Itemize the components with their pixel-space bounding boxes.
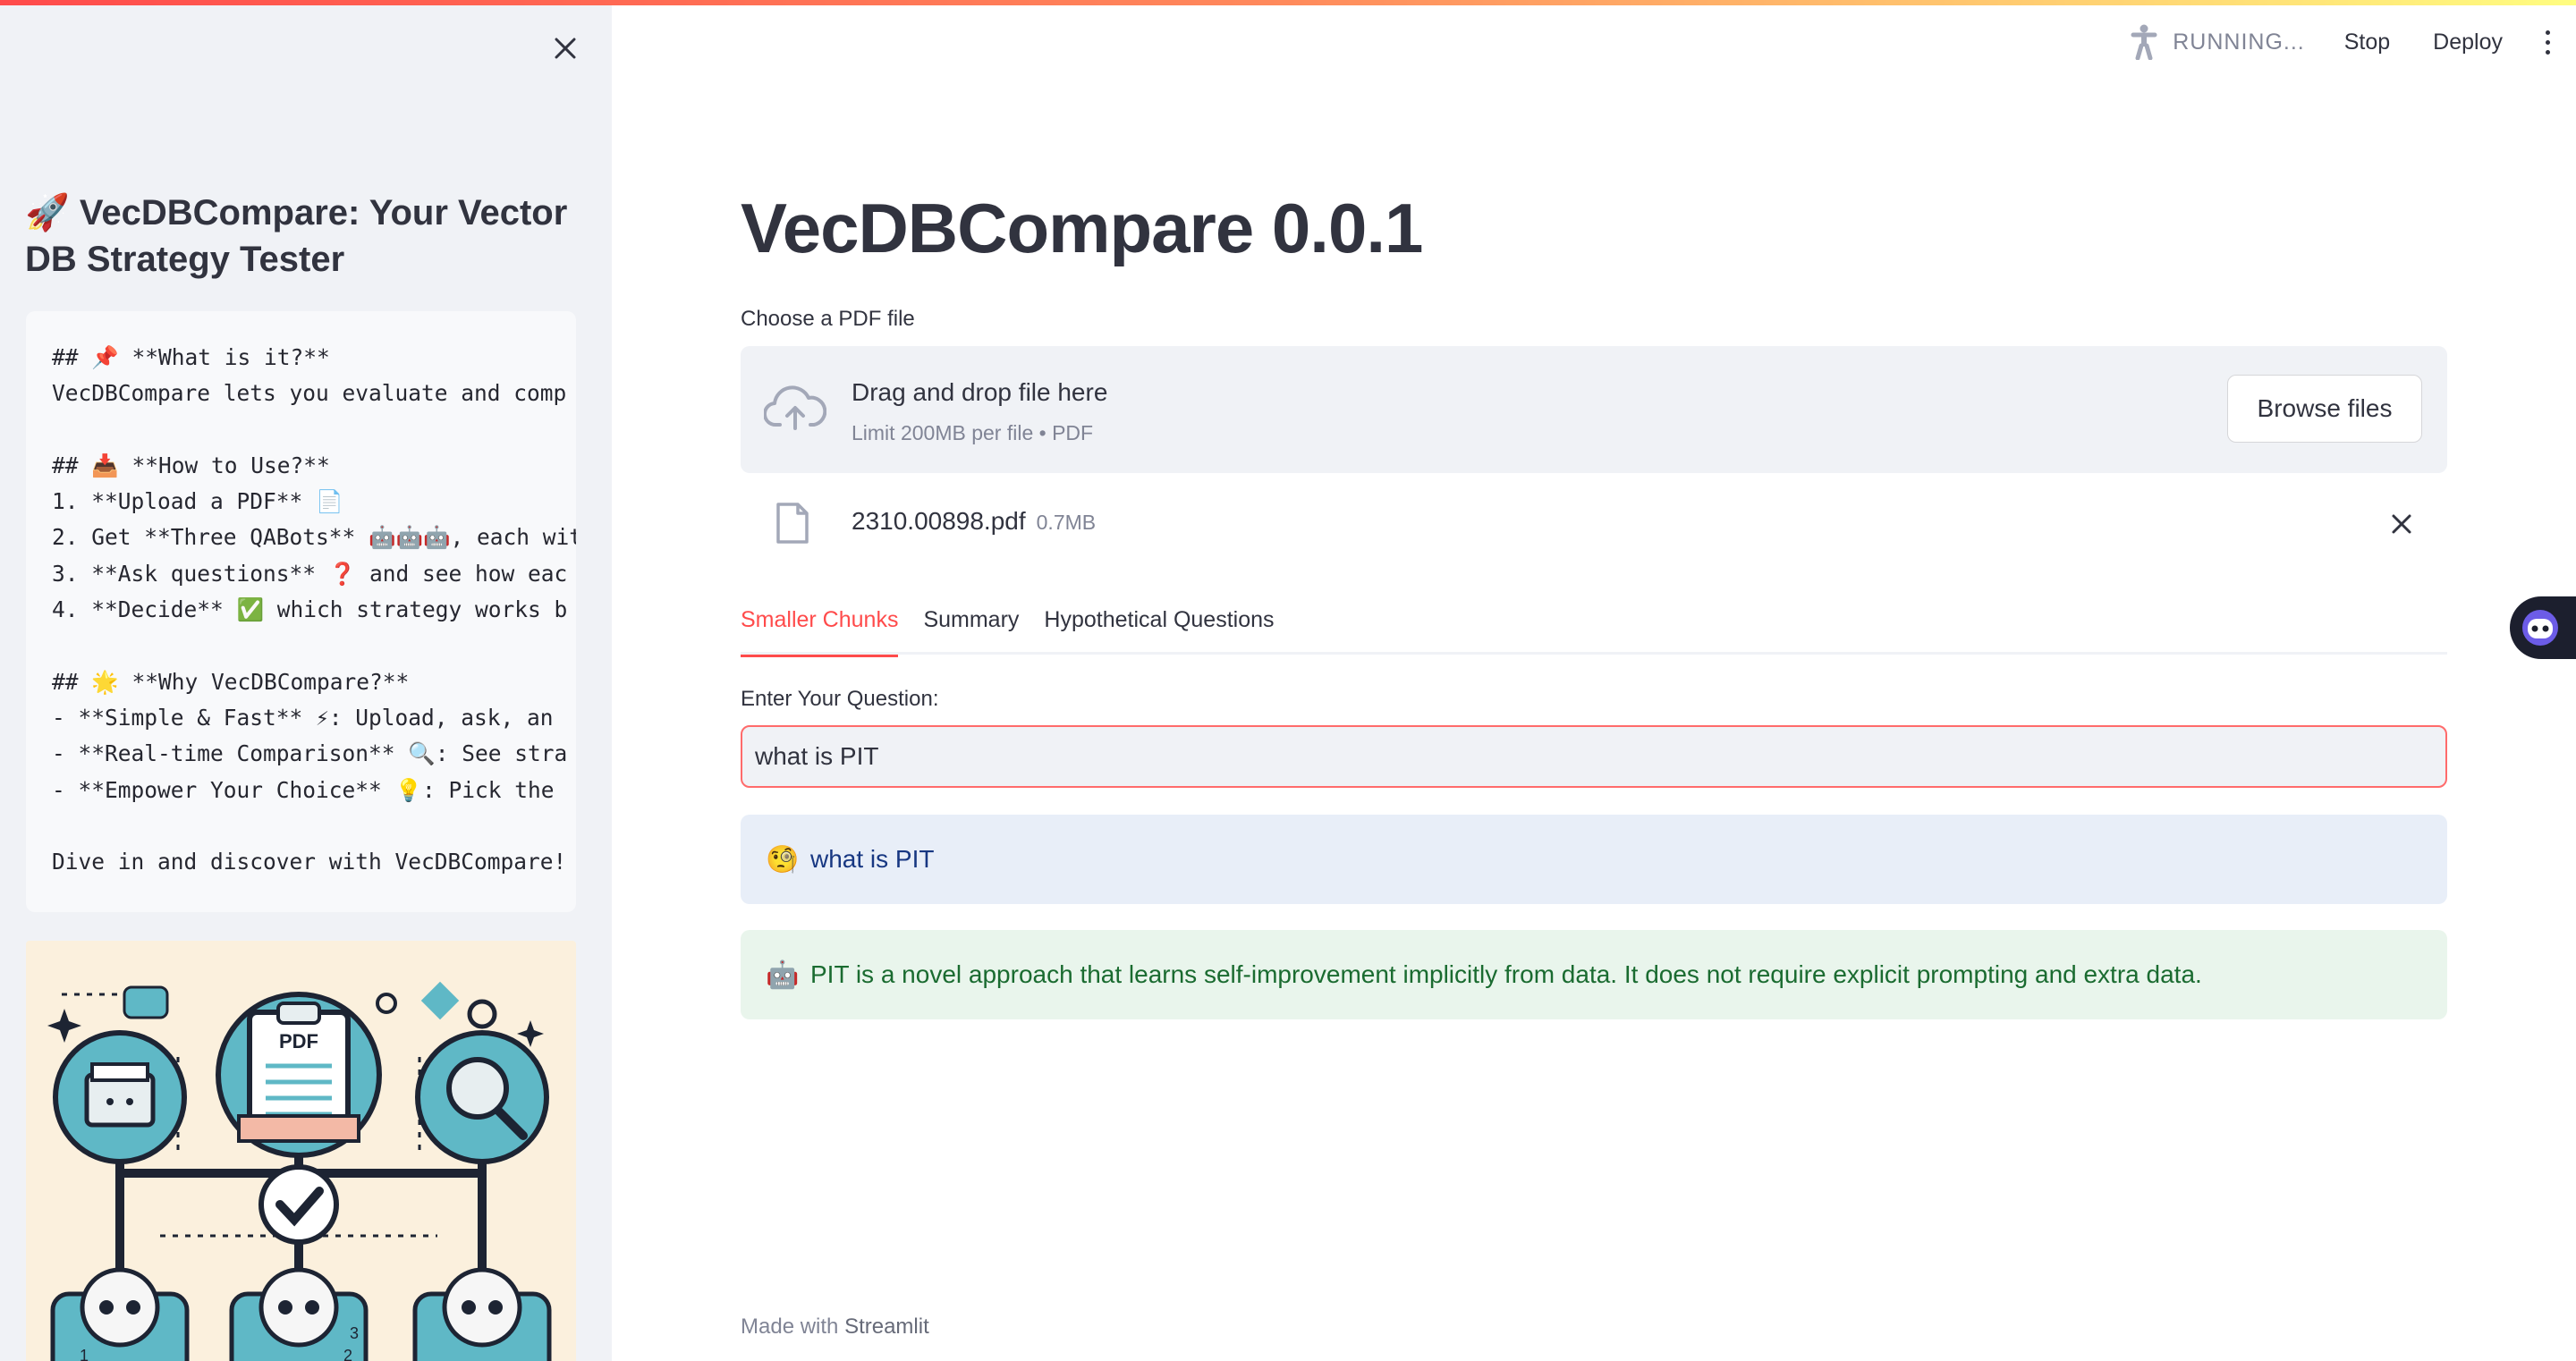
browse-files-button[interactable]: Browse files: [2227, 375, 2422, 443]
file-icon: [775, 502, 810, 549]
page-title: VecDBCompare 0.0.1: [741, 189, 1423, 267]
floating-assistant-button[interactable]: [2510, 596, 2576, 659]
footer: Made with Streamlit: [741, 1315, 929, 1340]
file-size: 0.7MB: [1036, 511, 1097, 534]
footer-prefix: Made with: [741, 1315, 845, 1339]
dropzone-limit-text: Limit 200MB per file • PDF: [852, 421, 1094, 444]
sidebar-code-block: ## 📌 **What is it?** VecDBCompare lets y…: [26, 311, 576, 912]
file-dropzone[interactable]: Drag and drop file here Limit 200MB per …: [741, 346, 2447, 473]
code-line: - **Simple & Fast** ⚡: Upload, ask, an: [52, 704, 554, 731]
art-pdf-label: PDF: [279, 1030, 318, 1052]
remove-file-button[interactable]: [2386, 509, 2417, 539]
app-header: RUNNING... Stop Deploy: [612, 0, 2576, 86]
close-icon: [2392, 514, 2411, 534]
robot-icon: 🤖: [766, 959, 800, 990]
kebab-dot-icon: [2545, 30, 2550, 35]
code-line: ## 📌 **What is it?**: [52, 344, 330, 370]
chatbot-face-icon: [2522, 610, 2558, 646]
art-badge: 2: [343, 1347, 352, 1361]
sidebar: 🚀 VecDBCompare: Your Vector DB Strategy …: [0, 0, 612, 1361]
user-message: 🧐 what is PIT: [741, 815, 2447, 904]
illustration-image: PDF 1 2 3: [26, 941, 576, 1361]
deploy-button[interactable]: Deploy: [2433, 30, 2503, 55]
sidebar-title: 🚀 VecDBCompare: Your Vector DB Strategy …: [25, 193, 568, 279]
art-badge: 1: [80, 1347, 89, 1361]
code-line: Dive in and discover with VecDBCompare!: [52, 849, 567, 875]
kebab-dot-icon: [2545, 49, 2550, 55]
code-line: - **Empower Your Choice** 💡: Pick the: [52, 776, 555, 803]
bot-message-text: PIT is a novel approach that learns self…: [810, 960, 2202, 988]
kebab-dot-icon: [2545, 39, 2550, 45]
strategy-tabs: Smaller Chunks Summary Hypothetical Ques…: [741, 590, 2447, 657]
tab-hypothetical-questions[interactable]: Hypothetical Questions: [1044, 590, 1274, 655]
question-label: Enter Your Question:: [741, 687, 939, 711]
footer-streamlit-link[interactable]: Streamlit: [844, 1315, 929, 1339]
tab-smaller-chunks[interactable]: Smaller Chunks: [741, 590, 899, 657]
code-line: ## 📥 **How to Use?**: [52, 452, 330, 478]
code-line: ## 🌟 **Why VecDBCompare?**: [52, 668, 410, 695]
code-line: - **Real-time Comparison** 🔍: See stra: [52, 740, 568, 767]
art-badge: 3: [350, 1324, 359, 1342]
running-man-icon: [2126, 23, 2162, 61]
code-line: 1. **Upload a PDF** 📄: [52, 488, 343, 515]
code-line: 4. **Decide** ✅ which strategy works b: [52, 596, 568, 623]
close-icon: [555, 38, 576, 59]
stop-button[interactable]: Stop: [2344, 30, 2390, 55]
question-input[interactable]: [741, 725, 2447, 788]
main-menu-button[interactable]: [2538, 24, 2556, 60]
code-line: 2. Get **Three QABots** 🤖🤖🤖, each with: [52, 524, 576, 551]
file-name: 2310.00898.pdf: [852, 507, 1026, 535]
uploaded-file-row: 2310.00898.pdf 0.7MB: [741, 496, 2447, 550]
cloud-upload-icon: [763, 384, 827, 438]
close-sidebar-button[interactable]: [547, 30, 583, 66]
thinking-face-icon: 🧐: [766, 844, 800, 875]
tab-summary[interactable]: Summary: [923, 590, 1019, 655]
upload-label: Choose a PDF file: [741, 307, 915, 331]
code-line: 3. **Ask questions** ❓ and see how eac: [52, 560, 568, 587]
running-status: RUNNING...: [2173, 29, 2305, 55]
top-decoration-stripe: [0, 0, 2576, 5]
bot-message: 🤖 PIT is a novel approach that learns se…: [741, 930, 2447, 1019]
user-message-text: what is PIT: [810, 845, 935, 873]
code-line: VecDBCompare lets you evaluate and comp: [52, 380, 567, 407]
dropzone-title: Drag and drop file here: [852, 378, 1108, 406]
